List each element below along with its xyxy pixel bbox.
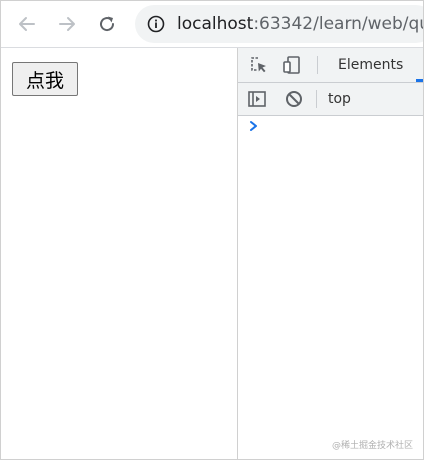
reload-button[interactable] <box>95 12 119 36</box>
browser-toolbar: localhost:63342/learn/web/qu <box>1 1 423 48</box>
active-tab-indicator <box>416 79 423 82</box>
context-selector[interactable]: top <box>328 91 351 107</box>
url-text[interactable]: localhost:63342/learn/web/qu <box>177 13 424 35</box>
clear-console-button[interactable] <box>283 88 305 110</box>
address-bar[interactable]: localhost:63342/learn/web/qu <box>135 5 424 43</box>
device-toolbar-icon <box>283 56 300 74</box>
click-me-button[interactable]: 点我 <box>12 62 78 96</box>
browser-window: localhost:63342/learn/web/qu 点我 Elements <box>0 0 424 460</box>
devtools-tab-bar: Elements <box>238 48 423 83</box>
arrow-right-icon <box>59 17 75 31</box>
console-sidebar-icon <box>248 91 266 107</box>
watermark-text: @稀土掘金技术社区 <box>331 441 413 451</box>
inspect-element-button[interactable] <box>248 54 270 76</box>
console-toolbar-separator <box>316 90 317 108</box>
devtools-panel: Elements top <box>237 48 423 459</box>
url-host: localhost <box>177 14 254 34</box>
inspect-element-icon <box>251 57 266 73</box>
arrow-left-icon <box>19 17 35 31</box>
console-output[interactable] <box>238 116 423 459</box>
url-path: :63342/learn/web/qu <box>253 14 424 34</box>
console-sidebar-button[interactable] <box>246 88 268 110</box>
reload-icon <box>100 16 115 32</box>
tab-separator <box>317 56 318 74</box>
page-viewport: 点我 <box>1 48 237 459</box>
clear-console-icon <box>286 91 302 107</box>
info-circle-icon[interactable] <box>147 15 165 33</box>
tab-elements[interactable]: Elements <box>338 57 403 73</box>
console-toolbar: top <box>238 83 423 116</box>
console-prompt-icon <box>250 121 257 131</box>
back-button[interactable] <box>15 12 39 36</box>
device-toolbar-button[interactable] <box>281 54 303 76</box>
forward-button[interactable] <box>55 12 79 36</box>
